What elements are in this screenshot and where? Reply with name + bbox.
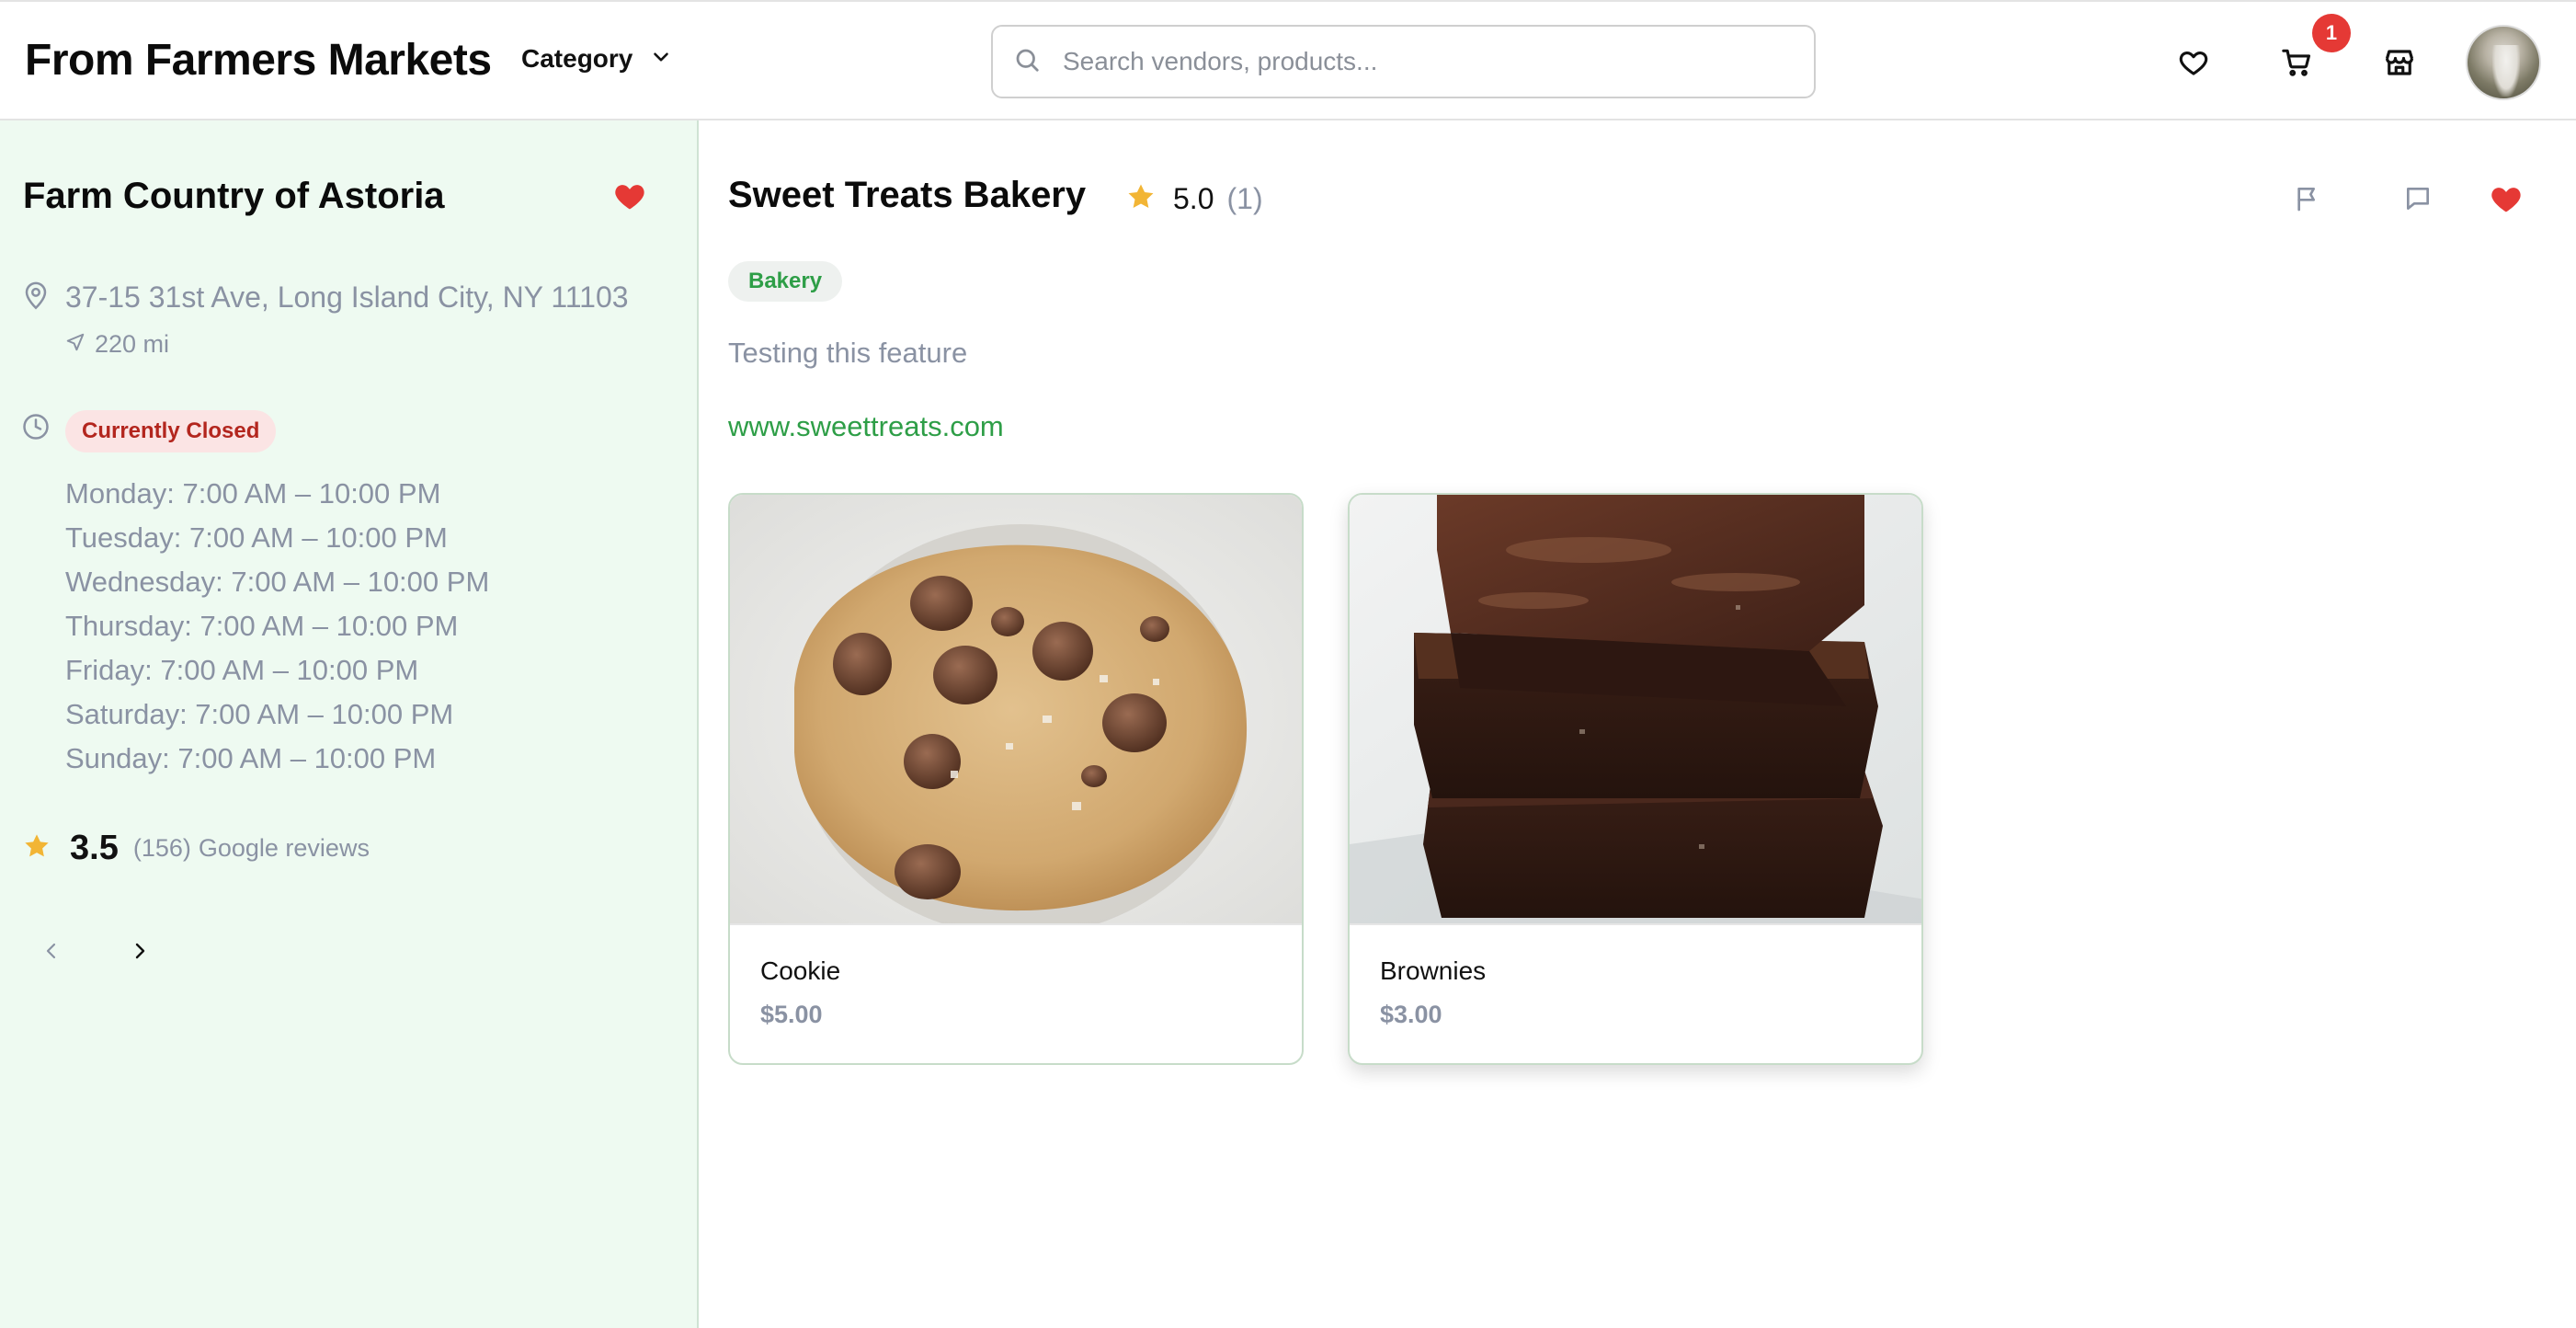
chevron-down-icon (649, 45, 673, 74)
open-status-badge: Currently Closed (65, 410, 277, 452)
opening-hours-list: Monday: 7:00 AM – 10:00 PM Tuesday: 7:00… (65, 472, 489, 781)
vendor-review-count[interactable]: (1) (1226, 182, 1262, 216)
vendor-rating: 5.0 (1) (1125, 181, 1263, 217)
market-distance: 220 mi (65, 330, 169, 359)
product-price: $5.00 (760, 1001, 823, 1028)
vendor-name: Sweet Treats Bakery (728, 175, 1087, 215)
search-icon (1013, 46, 1041, 78)
rating-value: 3.5 (70, 829, 119, 867)
distance-value: 220 mi (95, 330, 170, 358)
hours-line: Wednesday: 7:00 AM – 10:00 PM (65, 566, 490, 598)
review-count: (156) (132, 834, 191, 862)
market-address: 37-15 31st Ave, Long Island City, NY 111… (65, 280, 629, 314)
top-navbar: From Farmers Markets Category 1 (0, 0, 2576, 120)
store-icon[interactable] (2379, 42, 2420, 83)
location-pin-icon (22, 280, 50, 315)
hours-line: Thursday: 7:00 AM – 10:00 PM (65, 610, 459, 642)
google-rating: 3.5 (156) Google reviews (22, 829, 370, 868)
vendor-rating-value: 5.0 (1173, 182, 1214, 215)
cart-icon[interactable] (2276, 42, 2317, 83)
vendor-favorite-heart-icon[interactable] (2486, 178, 2526, 219)
avatar[interactable] (2466, 25, 2541, 100)
category-label: Category (521, 44, 633, 73)
chevron-right-icon (129, 938, 151, 968)
search-input[interactable] (1063, 47, 1761, 76)
product-card[interactable]: Brownies $3.00 (1348, 493, 1923, 1065)
message-bubble-icon[interactable] (2398, 178, 2438, 219)
cart-count-badge: 1 (2312, 14, 2351, 52)
market-sidebar: Farm Country of Astoria 37-15 31st Ave, … (0, 120, 699, 1328)
hours-line: Sunday: 7:00 AM – 10:00 PM (65, 742, 437, 774)
star-icon (1125, 181, 1157, 217)
chevron-left-icon (40, 938, 63, 968)
previous-market-button[interactable] (33, 934, 70, 971)
clock-icon (22, 413, 50, 445)
next-market-button[interactable] (121, 934, 158, 971)
hours-line: Monday: 7:00 AM – 10:00 PM (65, 477, 441, 509)
product-price: $3.00 (1380, 1001, 1442, 1028)
vendor-website-link[interactable]: www.sweettreats.com (728, 410, 1004, 443)
navigation-arrow-icon (65, 330, 85, 359)
product-image (1350, 495, 1921, 925)
star-icon (22, 831, 51, 865)
hours-line: Tuesday: 7:00 AM – 10:00 PM (65, 521, 448, 554)
market-name: Farm Country of Astoria (23, 176, 445, 216)
report-flag-icon[interactable] (2287, 178, 2328, 219)
hours-line: Saturday: 7:00 AM – 10:00 PM (65, 698, 454, 730)
review-source[interactable]: Google reviews (199, 834, 370, 863)
search-box[interactable] (991, 25, 1816, 98)
product-card[interactable]: Cookie $5.00 (728, 493, 1304, 1065)
product-name: Brownies (1380, 956, 1487, 985)
product-image (730, 495, 1302, 925)
category-tag[interactable]: Bakery (728, 261, 843, 302)
market-favorite-heart-icon[interactable] (613, 181, 646, 215)
brand-logo-text[interactable]: From Farmers Markets (25, 35, 492, 86)
category-dropdown[interactable]: Category (521, 44, 673, 74)
vendor-description: Testing this feature (728, 337, 968, 369)
product-name: Cookie (760, 956, 841, 985)
hours-line: Friday: 7:00 AM – 10:00 PM (65, 654, 419, 686)
favorites-heart-icon[interactable] (2173, 42, 2214, 83)
